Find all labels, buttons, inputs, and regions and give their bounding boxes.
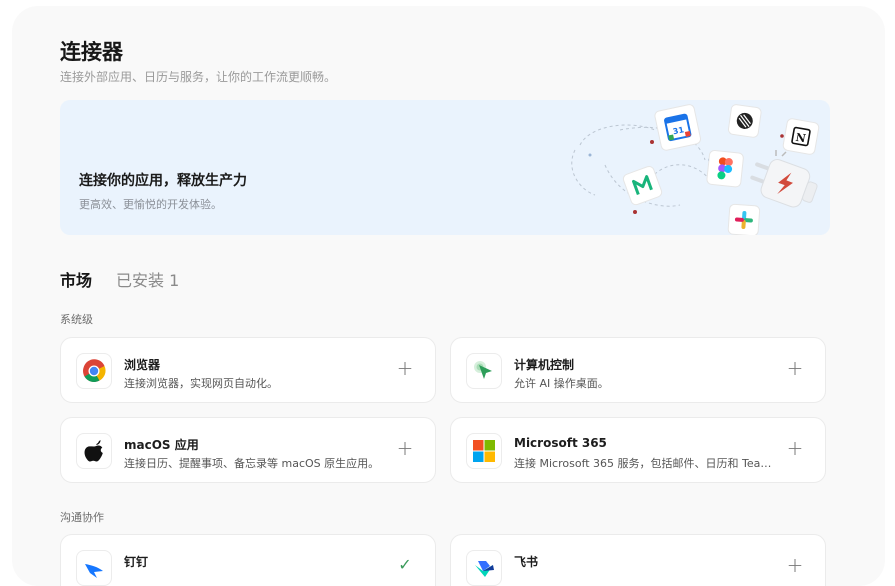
dingtalk-icon [76,550,112,586]
connector-card-computer-control[interactable]: 计算机控制 允许 AI 操作桌面。 + [450,337,826,403]
connector-title: macOS 应用 [124,438,199,452]
section-system-label: 系统级 [60,313,93,326]
add-icon[interactable]: + [785,438,805,458]
circle-stripes-app-icon [727,104,762,138]
apple-icon [76,433,112,469]
plug-icon [750,159,818,208]
slack-icon [727,203,761,235]
connector-title: 钉钉 [124,555,149,569]
cursor-arrow-icon [466,353,502,389]
connector-title: 飞书 [514,555,539,569]
connectors-panel: 连接器 连接外部应用、日历与服务，让你的工作流更顺畅。 连接你的应用，释放生产力… [12,6,885,586]
calendar-app-icon: 31 [654,104,702,151]
connector-card-microsoft-365[interactable]: Microsoft 365 连接 Microsoft 365 服务，包括邮件、日… [450,417,826,483]
connector-card-macos[interactable]: macOS 应用 连接日历、提醒事项、备忘录等 macOS 原生应用。 + [60,417,436,483]
hero-banner: 连接你的应用，释放生产力 更高效、更愉悦的开发体验。 31 N [60,100,830,235]
section-communication-label: 沟通协作 [60,511,104,524]
notion-icon: N [782,118,820,155]
page-title: 连接器 [60,40,123,64]
chrome-icon [76,353,112,389]
tab-market[interactable]: 市场 [60,267,92,291]
connector-card-browser[interactable]: 浏览器 连接浏览器，实现网页自动化。 + [60,337,436,403]
add-icon[interactable]: + [395,358,415,378]
green-m-app-icon [622,165,663,206]
connector-desc: 连接浏览器，实现网页自动化。 [124,377,278,390]
connector-desc: 连接 Microsoft 365 服务，包括邮件、日历和 Tea… [514,457,772,470]
add-icon[interactable]: + [785,358,805,378]
connector-title: 计算机控制 [514,358,575,372]
connector-card-dingtalk[interactable]: 钉钉 ✓ [60,534,436,586]
feishu-icon [466,550,502,586]
microsoft-logo-icon [466,433,502,469]
connector-title: Microsoft 365 [514,436,607,450]
tab-installed[interactable]: 已安装 1 [116,267,179,291]
add-icon[interactable]: + [395,438,415,458]
banner-subtitle: 更高效、更愉悦的开发体验。 [79,198,222,211]
page-subtitle: 连接外部应用、日历与服务，让你的工作流更顺畅。 [60,70,337,84]
installed-check-icon[interactable]: ✓ [395,555,415,575]
connector-title: 浏览器 [124,358,161,372]
connector-desc: 连接日历、提醒事项、备忘录等 macOS 原生应用。 [124,457,380,470]
add-icon[interactable]: + [785,555,805,575]
banner-title: 连接你的应用，释放生产力 [79,173,247,189]
figma-icon [706,149,744,188]
connector-desc: 允许 AI 操作桌面。 [514,377,609,390]
banner-illustration: 31 N [571,104,820,235]
connector-card-feishu[interactable]: 飞书 + [450,534,826,586]
